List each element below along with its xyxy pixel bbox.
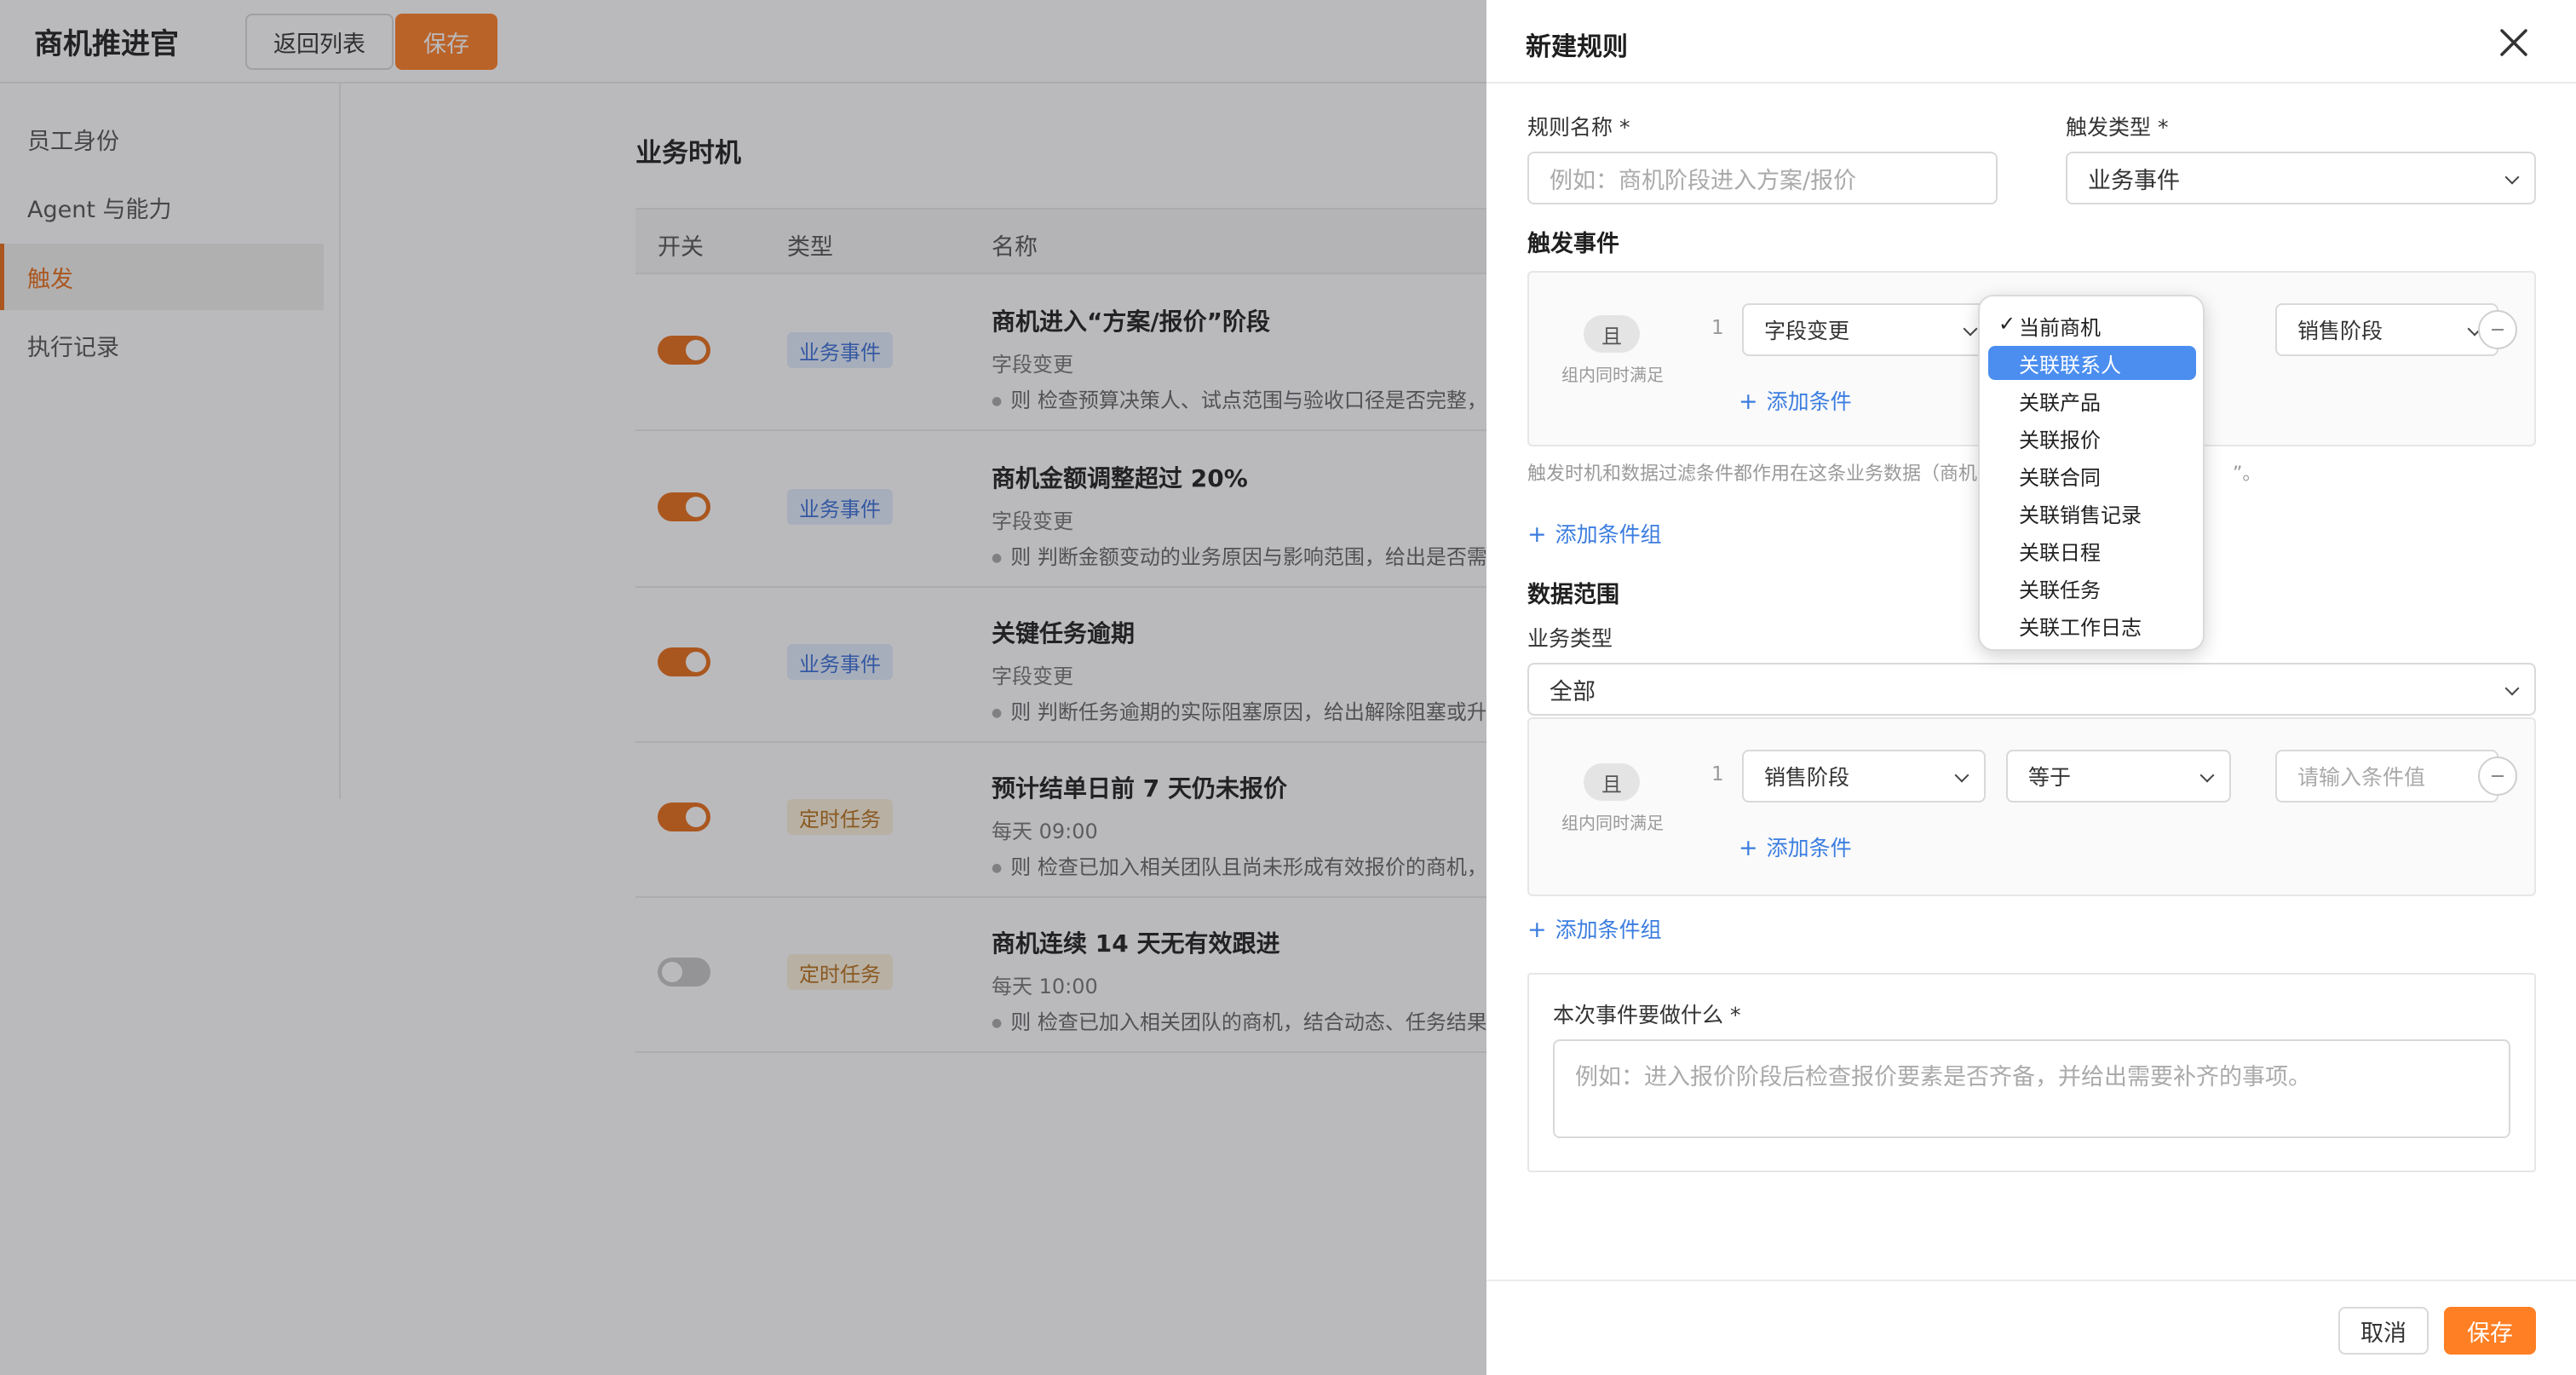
close-icon[interactable] xyxy=(2497,26,2531,60)
data-scope-label: 数据范围 xyxy=(1527,582,1619,608)
dropdown-option[interactable]: 关联合同 xyxy=(1988,458,2196,492)
dropdown-option[interactable]: 关联产品 xyxy=(1988,383,2196,417)
condition-field-select[interactable]: 销售阶段 xyxy=(1742,750,1986,803)
dropdown-option[interactable]: ✓ 当前商机 xyxy=(1988,308,2196,342)
condition-target-select[interactable]: 销售阶段 xyxy=(2275,303,2498,356)
modal-backdrop[interactable] xyxy=(0,0,1486,1375)
condition-field-select[interactable]: 字段变更 xyxy=(1742,303,1994,356)
drawer-header: 新建规则 xyxy=(1486,0,2576,83)
add-condition-link[interactable]: 添加条件 xyxy=(1739,831,1852,862)
dropdown-option[interactable]: 关联任务 xyxy=(1988,571,2196,605)
row-index: 1 xyxy=(1711,317,1724,339)
add-condition-link[interactable]: 添加条件 xyxy=(1739,385,1852,416)
task-label: 本次事件要做什么 * xyxy=(1553,1003,1741,1027)
row-index: 1 xyxy=(1711,763,1724,785)
condition-group: 且 组内同时满足 1 销售阶段 等于 请输入条件值 添加条件 xyxy=(1527,717,2536,896)
check-icon: ✓ xyxy=(1998,312,2016,336)
rule-name-input[interactable]: 例如：商机阶段进入方案/报价 xyxy=(1527,152,1998,204)
add-condition-group-link[interactable]: 添加条件组 xyxy=(1527,913,1662,944)
task-textarea[interactable]: 例如：进入报价阶段后检查报价要素是否齐备，并给出需要补齐的事项。 xyxy=(1553,1039,2510,1138)
trigger-type-select[interactable]: 业务事件 xyxy=(2066,152,2536,204)
add-condition-group-link[interactable]: 添加条件组 xyxy=(1527,518,1662,549)
dropdown-option[interactable]: 关联报价 xyxy=(1988,421,2196,455)
new-rule-drawer: 新建规则 规则名称 * 例如：商机阶段进入方案/报价 触发类型 * 业务事件 触… xyxy=(1486,0,2576,1375)
drawer-title: 新建规则 xyxy=(1526,32,1628,62)
task-section: 本次事件要做什么 * 例如：进入报价阶段后检查报价要素是否齐备，并给出需要补齐的… xyxy=(1527,973,2536,1172)
and-badge[interactable]: 且 xyxy=(1584,763,1640,801)
trigger-event-label: 触发事件 xyxy=(1527,231,1619,257)
dropdown-option[interactable]: 关联销售记录 xyxy=(1988,496,2196,530)
dropdown-option[interactable]: 关联联系人 xyxy=(1988,346,2196,380)
biz-type-select[interactable]: 全部 xyxy=(1527,663,2536,716)
remove-condition-icon[interactable] xyxy=(2478,757,2517,796)
dropdown-option[interactable]: 关联工作日志 xyxy=(1988,608,2196,642)
cancel-button[interactable]: 取消 xyxy=(2338,1307,2429,1355)
drawer-footer: 取消 保存 xyxy=(1486,1280,2576,1375)
trigger-type-label: 触发类型 * xyxy=(2066,115,2169,140)
save-rule-button[interactable]: 保存 xyxy=(2444,1307,2536,1355)
biz-type-label: 业务类型 xyxy=(1527,626,1613,651)
and-hint: 组内同时满足 xyxy=(1561,365,1664,385)
and-hint: 组内同时满足 xyxy=(1561,813,1664,833)
condition-value-input[interactable]: 请输入条件值 xyxy=(2275,750,2498,803)
scope-dropdown-menu: ✓ 当前商机 关联联系人 关联产品 关联报价 关联合同 关联销售记录 关联日程 … xyxy=(1978,295,2205,651)
dropdown-option[interactable]: 关联日程 xyxy=(1988,533,2196,567)
and-badge[interactable]: 且 xyxy=(1584,315,1640,353)
condition-operator-select[interactable]: 等于 xyxy=(2006,750,2231,803)
remove-condition-icon[interactable] xyxy=(2478,310,2517,349)
rule-name-label: 规则名称 * xyxy=(1527,115,1630,140)
